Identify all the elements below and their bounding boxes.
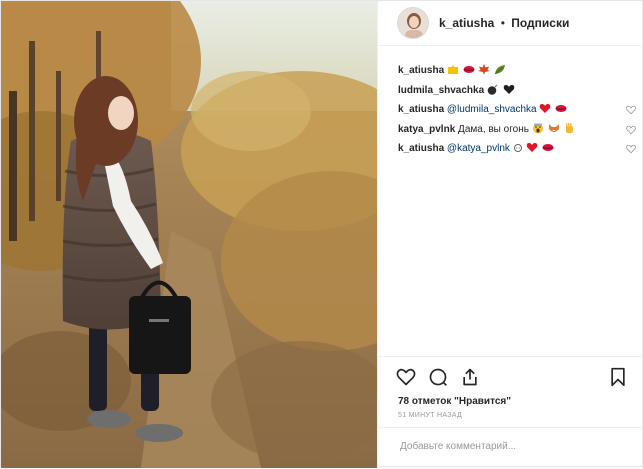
like-comment-icon[interactable] <box>626 144 636 154</box>
share-icon[interactable] <box>460 367 480 387</box>
red-heart-icon <box>526 141 538 161</box>
autumn-portrait-image <box>1 1 377 468</box>
post-card: k_atiusha • Подписки k_atiusha ludmila_s… <box>0 0 643 468</box>
comment-mention[interactable]: @katya_pvlnk <box>447 143 510 154</box>
comment-item: ludmila_shvachka <box>398 81 630 101</box>
comment-item: k_atiusha <box>398 61 630 81</box>
bookmark-icon[interactable] <box>608 367 628 387</box>
post-photo[interactable] <box>1 1 377 468</box>
comment-mention[interactable]: @ludmila_shvachka <box>447 104 537 115</box>
comment-item: k_atiusha @katya_pvlnk <box>398 139 636 161</box>
comment-username[interactable]: ludmila_shvachka <box>398 85 484 96</box>
post-timestamp[interactable]: 51 МИНУТ НАЗАД <box>398 412 462 419</box>
comment-username[interactable]: katya_pvlnk <box>398 124 455 135</box>
comment-username[interactable]: k_atiusha <box>398 104 444 115</box>
avatar-image <box>398 8 428 38</box>
post-details-panel: k_atiusha • Подписки k_atiusha ludmila_s… <box>377 1 643 468</box>
add-comment-input[interactable] <box>398 440 622 453</box>
comment-item: katya_pvlnk Дама, вы огонь <box>398 120 636 140</box>
add-comment-section <box>378 427 643 469</box>
comment-username[interactable]: k_atiusha <box>398 143 444 154</box>
following-button[interactable]: Подписки <box>511 16 569 30</box>
header-separator: • <box>500 16 505 30</box>
post-actions-bar <box>378 356 643 397</box>
sleepy-face-icon <box>513 141 523 161</box>
comment-username[interactable]: k_atiusha <box>398 65 444 76</box>
heart-icon[interactable] <box>396 367 416 387</box>
post-header: k_atiusha • Подписки <box>378 1 643 46</box>
like-comment-icon[interactable] <box>626 105 636 115</box>
avatar[interactable] <box>397 7 429 39</box>
post-header-text: k_atiusha • Подписки <box>439 16 569 30</box>
comment-text: Дама, вы огонь <box>458 123 529 135</box>
comment-icon[interactable] <box>428 367 448 387</box>
post-author-username[interactable]: k_atiusha <box>439 16 494 30</box>
comments-list: k_atiusha ludmila_shvachka k_atiusha @lu… <box>398 61 636 161</box>
comment-item: k_atiusha @ludmila_shvachka <box>398 100 636 120</box>
lips-emoji-icon <box>542 141 554 161</box>
like-comment-icon[interactable] <box>626 125 636 135</box>
likes-count[interactable]: 78 отметок "Нравится" <box>398 396 511 407</box>
